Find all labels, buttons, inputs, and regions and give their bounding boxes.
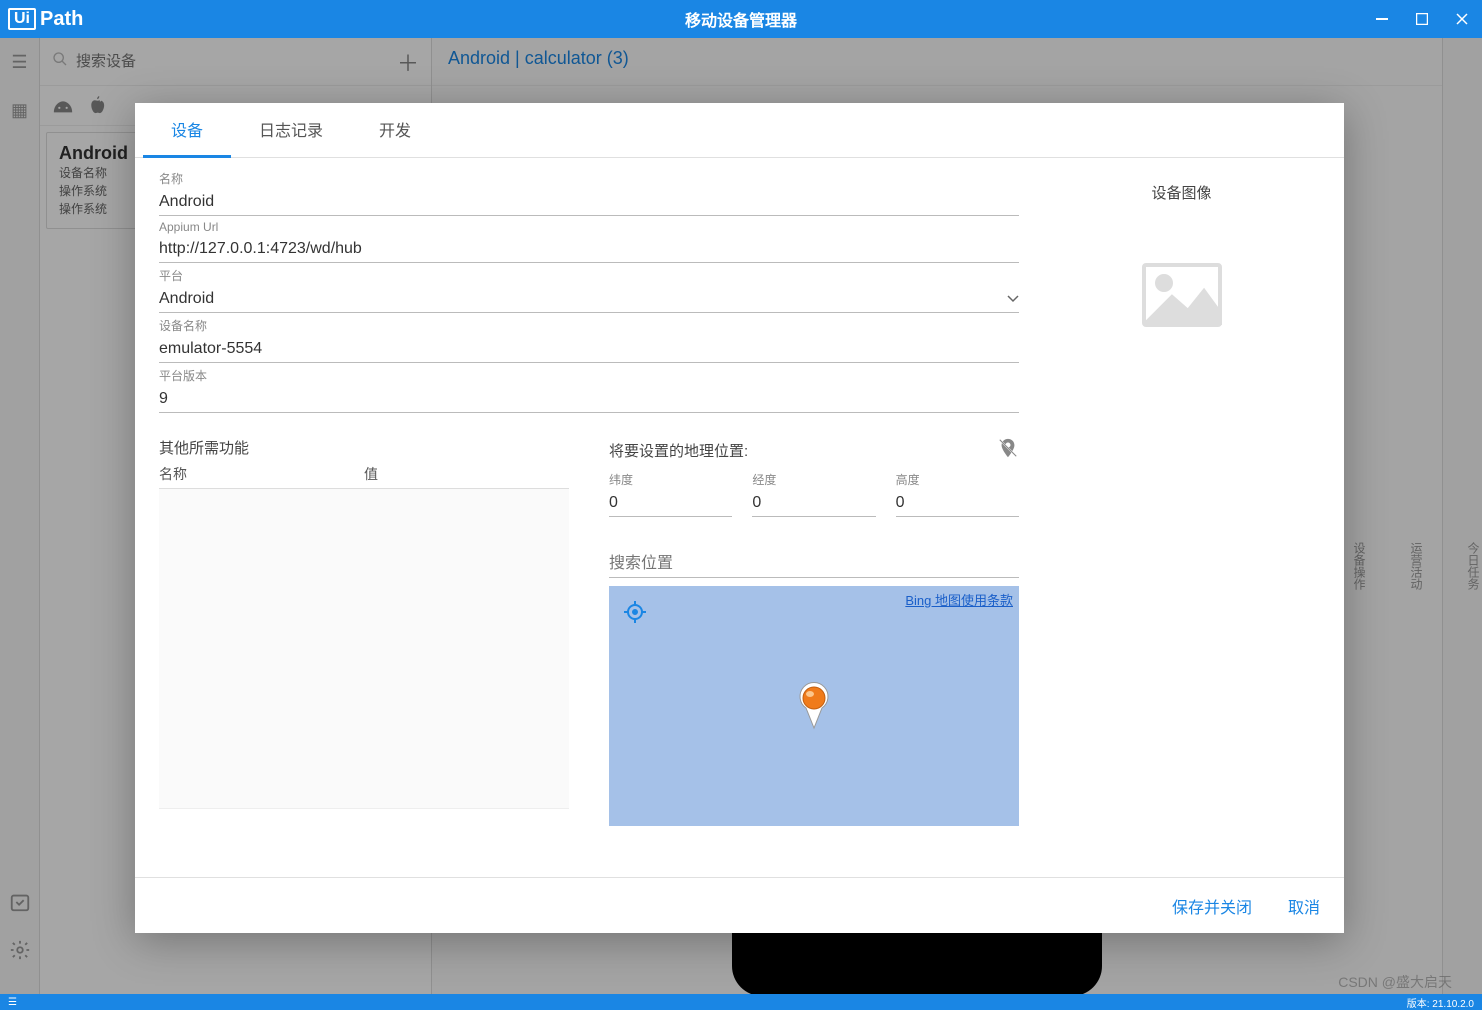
field-loc-search (609, 551, 1019, 578)
image-column: 设备图像 (1019, 170, 1320, 877)
modal-content: 名称 Appium Url 平台 Android 设备名称 (135, 158, 1344, 877)
capabilities-header: 名称 值 (159, 464, 569, 489)
lower-row: 其他所需功能 名称 值 将要设置的地理位置: (159, 437, 1019, 826)
name-label: 名称 (159, 170, 1019, 187)
window-controls (1362, 0, 1482, 38)
field-lon: 经度 (752, 471, 875, 517)
alt-label: 高度 (896, 471, 1019, 488)
modal-tabs: 设备 日志记录 开发 (135, 103, 1344, 158)
field-platform: 平台 Android (159, 267, 1019, 313)
capabilities-section: 其他所需功能 名称 值 (159, 437, 569, 826)
titlebar: Ui Path 移动设备管理器 (0, 0, 1482, 38)
close-icon (1456, 13, 1468, 25)
device-edit-modal: 设备 日志记录 开发 名称 Appium Url 平台 Android (135, 103, 1344, 933)
map-pin-icon (796, 682, 832, 735)
location-off-icon[interactable] (997, 437, 1019, 463)
lon-input[interactable] (752, 490, 875, 517)
platform-select[interactable]: Android (159, 286, 1019, 313)
cap-col-value: 值 (364, 464, 569, 484)
geo-title-text: 将要设置的地理位置: (609, 440, 748, 461)
lat-label: 纬度 (609, 471, 732, 488)
tab-device[interactable]: 设备 (143, 103, 231, 158)
location-search-input[interactable] (609, 551, 1019, 578)
field-devname: 设备名称 (159, 317, 1019, 363)
chevron-down-icon (1007, 290, 1019, 308)
version-text: 版本: 21.10.2.0 (1407, 995, 1474, 1010)
field-appium: Appium Url (159, 220, 1019, 263)
field-lat: 纬度 (609, 471, 732, 517)
lat-input[interactable] (609, 490, 732, 517)
field-name: 名称 (159, 170, 1019, 216)
devname-label: 设备名称 (159, 317, 1019, 334)
geo-section: 将要设置的地理位置: 纬度 经度 (609, 437, 1019, 826)
logo-path: Path (40, 8, 83, 31)
window-title: 移动设备管理器 (685, 7, 797, 31)
platver-input[interactable] (159, 386, 1019, 413)
cancel-button[interactable]: 取消 (1288, 894, 1320, 918)
maximize-button[interactable] (1402, 0, 1442, 38)
image-placeholder-icon[interactable] (1142, 263, 1222, 327)
save-close-button[interactable]: 保存并关闭 (1172, 894, 1252, 918)
capabilities-title: 其他所需功能 (159, 437, 569, 458)
maximize-icon (1416, 13, 1428, 25)
capabilities-body[interactable] (159, 489, 569, 809)
close-button[interactable] (1442, 0, 1482, 38)
geo-inputs: 纬度 经度 高度 (609, 471, 1019, 521)
logo-ui-box: Ui (8, 8, 36, 30)
platform-value: Android (159, 290, 214, 308)
locate-me-icon[interactable] (623, 600, 647, 624)
lon-label: 经度 (752, 471, 875, 488)
appium-label: Appium Url (159, 220, 1019, 234)
platver-label: 平台版本 (159, 367, 1019, 384)
field-platver: 平台版本 (159, 367, 1019, 413)
minimize-button[interactable] (1362, 0, 1402, 38)
status-bar: ☰ 版本: 21.10.2.0 (0, 994, 1482, 1010)
cap-col-name: 名称 (159, 464, 364, 484)
status-menu-icon[interactable]: ☰ (8, 997, 17, 1008)
bing-terms-link[interactable]: Bing 地图使用条款 (905, 590, 1013, 609)
platform-label: 平台 (159, 267, 1019, 284)
watermark: CSDN @盛大启天 (1338, 972, 1452, 992)
device-image-title: 设备图像 (1043, 182, 1320, 203)
field-alt: 高度 (896, 471, 1019, 517)
tab-log[interactable]: 日志记录 (231, 103, 351, 157)
tab-dev[interactable]: 开发 (351, 103, 439, 157)
devname-input[interactable] (159, 336, 1019, 363)
appium-input[interactable] (159, 236, 1019, 263)
logo: Ui Path (8, 8, 83, 31)
minimize-icon (1376, 18, 1388, 20)
map[interactable]: Bing 地图使用条款 (609, 586, 1019, 826)
modal-footer: 保存并关闭 取消 (135, 877, 1344, 933)
form-column: 名称 Appium Url 平台 Android 设备名称 (159, 170, 1019, 877)
geo-title: 将要设置的地理位置: (609, 437, 1019, 463)
name-input[interactable] (159, 189, 1019, 216)
alt-input[interactable] (896, 490, 1019, 517)
